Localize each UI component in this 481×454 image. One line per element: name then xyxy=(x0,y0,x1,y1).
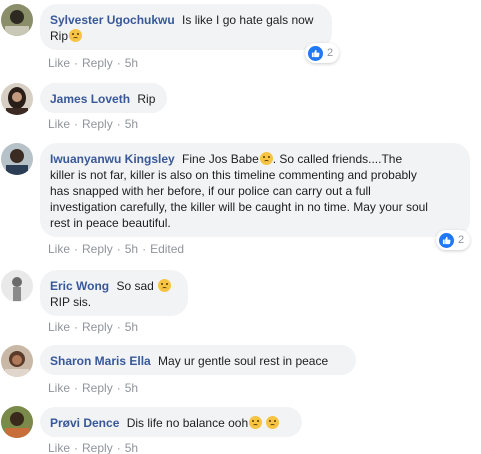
timestamp[interactable]: 5h xyxy=(125,320,138,334)
timestamp[interactable]: 5h xyxy=(125,56,138,70)
tired-face-emoji-icon xyxy=(249,416,263,429)
reply-link[interactable]: Reply xyxy=(82,56,113,70)
reaction-count: 2 xyxy=(327,47,334,59)
like-link[interactable]: Like xyxy=(48,56,70,70)
like-link[interactable]: Like xyxy=(48,381,70,395)
commenter-name[interactable]: Sharon Maris Ella xyxy=(50,354,154,368)
comment-text: Is like I go hate gals now xyxy=(182,13,314,27)
comment-text: May ur gentle soul rest in peace xyxy=(158,354,329,368)
comment-actions: Like · Reply · 5h xyxy=(48,441,139,454)
avatar[interactable] xyxy=(1,406,33,438)
avatar[interactable] xyxy=(1,83,33,115)
comment-text-cont: . So called friends....The xyxy=(272,152,403,166)
timestamp[interactable]: 5h xyxy=(125,381,138,395)
commenter-name[interactable]: Iwuanyanwu Kingsley xyxy=(50,152,178,166)
avatar[interactable] xyxy=(1,4,33,36)
comment-actions: Like · Reply · 5h xyxy=(48,320,139,334)
sad-face-emoji-icon xyxy=(259,152,273,165)
comment-text: So sad xyxy=(116,279,154,293)
comment-bubble: Sharon Maris Ella May ur gentle soul res… xyxy=(40,345,356,375)
edited-label[interactable]: Edited xyxy=(150,242,184,256)
comment-text-line2: Rip xyxy=(50,29,69,43)
comment-bubble: Prøvi Dence Dis life no balance ooh xyxy=(40,407,302,437)
reply-link[interactable]: Reply xyxy=(82,117,113,131)
comment-text-line2: killer is not far, killer is also on thi… xyxy=(50,168,417,182)
like-thumb-icon xyxy=(439,232,454,248)
comment-text-line4: investigation carefully, the killer will… xyxy=(50,200,428,214)
timestamp[interactable]: 5h xyxy=(125,242,138,256)
reply-link[interactable]: Reply xyxy=(82,320,113,334)
comment-text-line5: rest in peace beautiful. xyxy=(50,216,171,230)
comment-actions: Like · Reply · 5h xyxy=(48,381,139,395)
comment-text-line3: has snapped with her before, if our poli… xyxy=(50,184,371,198)
like-thumb-icon xyxy=(308,45,323,61)
comment-text: Fine Jos Babe xyxy=(182,152,259,166)
comment-bubble: Eric Wong So sad RIP sis. xyxy=(40,270,188,316)
comment-actions: Like · Reply · 5h xyxy=(48,56,139,70)
avatar[interactable] xyxy=(1,345,33,377)
comment-text: Rip xyxy=(137,92,156,106)
timestamp[interactable]: 5h xyxy=(125,117,138,131)
timestamp[interactable]: 5h xyxy=(125,441,138,454)
commenter-name[interactable]: Sylvester Ugochukwu xyxy=(50,13,178,27)
commenter-name[interactable]: Prøvi Dence xyxy=(50,416,123,430)
tired-face-emoji-icon xyxy=(266,416,280,429)
reply-link[interactable]: Reply xyxy=(82,242,113,256)
comment-actions: Like · Reply · 5h xyxy=(48,117,139,131)
like-link[interactable]: Like xyxy=(48,242,70,256)
comment-bubble: James Loveth Rip xyxy=(40,83,167,113)
comment-actions: Like · Reply · 5h · Edited xyxy=(48,242,185,256)
reaction-summary[interactable]: 2 xyxy=(436,230,471,250)
like-link[interactable]: Like xyxy=(48,441,70,454)
reaction-count: 2 xyxy=(458,234,465,246)
reply-link[interactable]: Reply xyxy=(82,441,113,454)
comment-text-line2: RIP sis. xyxy=(50,295,92,309)
avatar[interactable] xyxy=(1,143,33,175)
sad-face-emoji-icon xyxy=(69,29,83,42)
comment-bubble: Iwuanyanwu Kingsley Fine Jos Babe . So ca… xyxy=(40,143,470,237)
sad-face-emoji-icon xyxy=(158,279,172,292)
commenter-name[interactable]: James Loveth xyxy=(50,92,133,106)
commenter-name[interactable]: Eric Wong xyxy=(50,279,112,293)
reply-link[interactable]: Reply xyxy=(82,381,113,395)
reaction-summary[interactable]: 2 xyxy=(305,43,340,63)
avatar[interactable] xyxy=(1,270,33,302)
comment-bubble: Sylvester Ugochukwu Is like I go hate ga… xyxy=(40,4,332,50)
comment-text: Dis life no balance ooh xyxy=(126,416,249,430)
like-link[interactable]: Like xyxy=(48,117,70,131)
like-link[interactable]: Like xyxy=(48,320,70,334)
